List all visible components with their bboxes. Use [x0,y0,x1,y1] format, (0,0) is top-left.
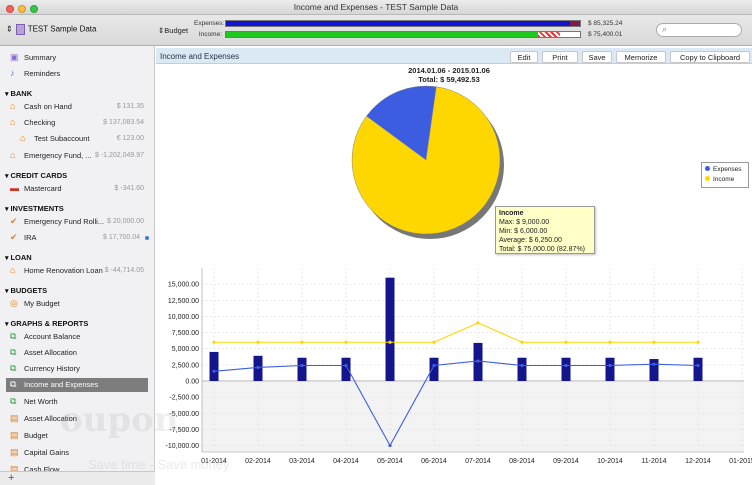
x-tick-label: 08-2014 [509,458,535,465]
x-tick-label: 03-2014 [289,458,315,465]
point-income [212,340,216,344]
x-tick-label: 09-2014 [553,458,579,465]
point-net [388,443,392,448]
watermark-logo: oupon [60,400,179,440]
point-income [300,340,304,344]
point-income [256,340,260,344]
y-tick-label: -10,000.00 [166,443,200,450]
tooltip-total: Total: $ 75,000.00 (82.87%) [499,246,586,253]
point-income [476,321,480,325]
y-tick-label: 0.00 [185,378,199,385]
bar-expenses [297,357,307,381]
bar-expenses [341,357,351,381]
y-tick-label: 12,500.00 [168,298,199,305]
y-tick-label: 7,500.00 [172,330,199,337]
point-income [388,340,392,344]
bar-expenses [385,277,395,381]
x-tick-label: 11-2014 [641,458,666,465]
pie-tooltip: Income Max: $ 9,000.00 Min: $ 6,000.00 A… [495,206,595,254]
x-tick-label: 04-2014 [333,458,359,465]
watermark-slogan: Save time - Save money [88,457,230,472]
tooltip-min: Min: $ 6,000.00 [499,228,548,235]
pie-legend: Expenses Income [701,162,749,188]
legend-expenses: Expenses [705,165,745,175]
bar-expenses [561,357,571,381]
legend-dot-icon [705,176,710,181]
point-net [300,363,304,368]
point-income [608,340,612,344]
y-tick-label: 2,500.00 [172,362,199,369]
point-net [212,369,216,373]
point-net [564,363,568,368]
bar-expenses [429,357,439,381]
point-income [432,340,436,344]
point-net [520,363,524,368]
y-tick-label: 15,000.00 [168,282,199,289]
tooltip-average: Average: $ 6,250.00 [499,237,562,244]
point-net [344,363,348,368]
y-tick-label: 5,000.00 [172,346,199,353]
point-income [520,340,524,344]
tooltip-title: Income [499,210,524,217]
negative-area [202,380,744,452]
x-tick-label: 01-2015 [729,458,752,465]
x-tick-label: 02-2014 [245,458,271,465]
point-income [652,340,656,344]
x-tick-label: 12-2014 [685,458,711,465]
point-net [256,365,260,370]
x-tick-label: 07-2014 [465,458,491,465]
point-net [432,363,436,368]
point-income [564,340,568,344]
y-tick-label: 10,000.00 [168,314,199,321]
tooltip-max: Max: $ 9,000.00 [499,219,550,226]
bar-expenses [209,351,219,381]
point-income [344,340,348,344]
point-net [652,362,656,366]
bar-expenses [517,357,527,381]
bar-expenses [605,357,615,381]
x-tick-label: 06-2014 [421,458,447,465]
point-net [608,363,612,368]
bar-expenses [649,359,659,381]
legend-income: Income [705,175,745,185]
legend-dot-icon [705,166,710,171]
point-net [696,363,700,368]
x-tick-label: 10-2014 [597,458,623,465]
x-tick-label: 05-2014 [377,458,403,465]
point-net [476,359,480,363]
point-income [696,340,700,344]
bar-expenses [693,357,703,381]
